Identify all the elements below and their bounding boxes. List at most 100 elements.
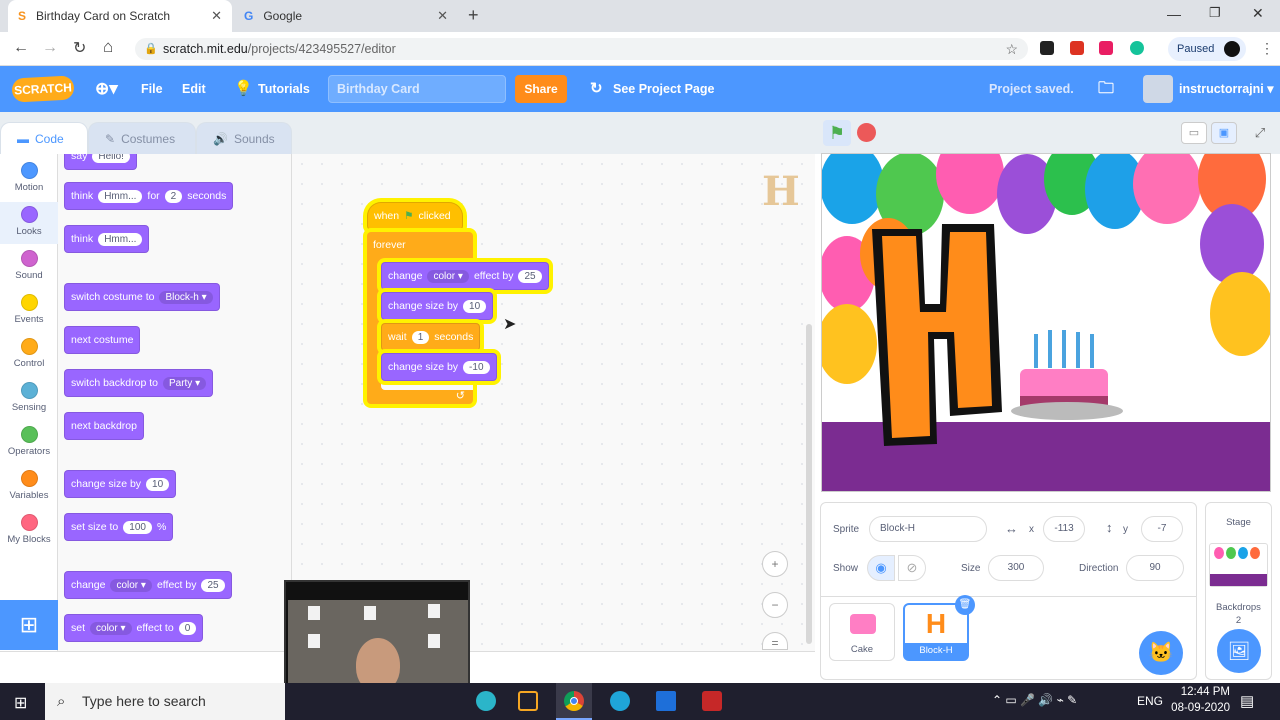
set-effect-block[interactable]: set color ▾ effect to 0	[64, 614, 204, 642]
tutorials-menu[interactable]: Tutorials	[258, 66, 310, 112]
project-title-input[interactable]: Birthday Card	[328, 75, 506, 103]
block-input[interactable]: 2	[164, 189, 183, 203]
taskbar-app-icon[interactable]	[656, 691, 676, 711]
script-change-size-block[interactable]: change size by -10	[381, 353, 497, 381]
language-globe-icon[interactable]: ⊕▾	[95, 66, 118, 112]
change-size-block[interactable]: change size by 10	[64, 470, 177, 498]
extension-icon[interactable]	[1040, 41, 1054, 55]
taskbar-chrome-icon[interactable]	[556, 683, 592, 720]
sprite-thumb-block-h[interactable]: H Block-H 🗑	[903, 595, 975, 661]
workspace-scrollbar[interactable]	[806, 324, 812, 644]
close-tab-icon[interactable]: ✕	[437, 8, 448, 24]
reload-icon[interactable]: ↻	[73, 38, 86, 58]
sprite-thumb-cake[interactable]: Cake	[829, 603, 895, 661]
profile-button[interactable]: Paused	[1168, 37, 1246, 61]
block-input[interactable]: 10	[146, 477, 170, 491]
close-tab-icon[interactable]: ✕	[211, 8, 222, 24]
block-input[interactable]: 0	[178, 621, 197, 635]
add-extension-button[interactable]: ⊞	[0, 600, 58, 650]
block-input[interactable]: Hmm...	[98, 232, 143, 246]
stop-button[interactable]	[857, 123, 876, 142]
block-input[interactable]: 25	[518, 269, 542, 283]
notification-icon[interactable]: ▤	[1240, 692, 1254, 710]
close-window-icon[interactable]: ✕	[1252, 5, 1264, 22]
new-tab-icon[interactable]: +	[468, 5, 479, 26]
direction-input[interactable]: 90	[1126, 555, 1184, 581]
switch-backdrop-block[interactable]: switch backdrop to Party ▾	[64, 369, 214, 397]
costume-dropdown[interactable]: Block-h ▾	[159, 290, 213, 304]
grammarly-icon[interactable]	[1130, 41, 1144, 55]
sprite-name-input[interactable]: Block-H	[869, 516, 987, 542]
when-flag-clicked-block[interactable]: when ⚑ clicked	[367, 202, 463, 230]
forward-icon[interactable]: →	[42, 39, 58, 57]
file-menu[interactable]: File	[141, 66, 163, 112]
script-wait-block[interactable]: wait 1 seconds	[381, 323, 481, 351]
script-change-size-block[interactable]: change size by 10	[381, 292, 494, 320]
address-bar[interactable]: 🔒 scratch.mit.edu/projects/423495527/edi…	[135, 38, 1028, 60]
edit-menu[interactable]: Edit	[182, 66, 206, 112]
fullscreen-icon[interactable]: ⤢	[1247, 122, 1273, 144]
category-my-blocks[interactable]: My Blocks	[0, 510, 58, 552]
my-stuff-folder-icon[interactable]: 🗀	[1098, 66, 1114, 112]
script-stack[interactable]: when ⚑ clicked forever ↺ change color ▾ effe…	[367, 188, 551, 406]
next-backdrop-block[interactable]: next backdrop	[64, 412, 144, 440]
switch-costume-block[interactable]: switch costume to Block-h ▾	[64, 283, 220, 311]
block-input[interactable]: -10	[463, 360, 490, 374]
effect-dropdown[interactable]: color ▾	[110, 578, 152, 592]
code-workspace[interactable]: when ⚑ clicked forever ↺ change color ▾ effe…	[292, 154, 815, 651]
block-input[interactable]: 100	[123, 520, 152, 534]
size-input[interactable]: 300	[988, 555, 1044, 581]
block-input[interactable]: 1	[411, 330, 430, 344]
category-sound[interactable]: Sound	[0, 246, 58, 288]
language-indicator[interactable]: ENG	[1137, 694, 1163, 708]
stage-selector-panel[interactable]: Stage Backdrops 2 🖼	[1205, 502, 1272, 680]
taskbar-recorder-icon[interactable]	[702, 691, 722, 711]
clock-time[interactable]: 12:44 PM	[1170, 686, 1230, 698]
y-input[interactable]: -7	[1141, 516, 1183, 542]
show-hidden-eye-icon[interactable]: ⊘	[898, 555, 926, 581]
small-stage-icon[interactable]: ▭	[1181, 122, 1207, 144]
extension-icon[interactable]	[1070, 41, 1084, 55]
effect-dropdown[interactable]: color ▾	[90, 621, 132, 635]
category-events[interactable]: Events	[0, 290, 58, 332]
browser-menu-icon[interactable]: ⋮	[1260, 40, 1274, 57]
large-stage-icon[interactable]: ▣	[1211, 122, 1237, 144]
choose-backdrop-icon[interactable]: 🖼	[1217, 629, 1261, 673]
tab-code[interactable]: ▬ Code	[0, 122, 88, 154]
zoom-reset-icon[interactable]: =	[762, 632, 788, 650]
backdrop-dropdown[interactable]: Party ▾	[162, 376, 207, 390]
category-variables[interactable]: Variables	[0, 466, 58, 508]
home-icon[interactable]: ⌂	[103, 37, 113, 57]
block-input[interactable]: Hmm...	[98, 189, 143, 203]
tray-icons[interactable]: ⌃ ▭ 🎤 🔊 ⌁ ✎	[992, 693, 1077, 707]
script-change-effect-block[interactable]: change color ▾ effect by 25	[381, 262, 549, 290]
green-flag-button[interactable]: ⚑	[823, 120, 851, 146]
block-input[interactable]: 25	[201, 578, 225, 592]
back-icon[interactable]: ←	[13, 39, 29, 57]
windows-start-icon[interactable]: ⊞	[14, 693, 27, 713]
category-looks[interactable]: Looks	[0, 202, 58, 244]
block-input[interactable]: 10	[463, 299, 487, 313]
say-block[interactable]: say Hello!	[64, 154, 137, 170]
x-input[interactable]: -113	[1043, 516, 1085, 542]
block-input[interactable]: Hello!	[92, 154, 130, 163]
think-block[interactable]: think Hmm...	[64, 225, 150, 253]
category-operators[interactable]: Operators	[0, 422, 58, 464]
think-for-block[interactable]: think Hmm... for 2 seconds	[64, 182, 234, 210]
taskbar-app-icon[interactable]	[476, 691, 496, 711]
user-avatar[interactable]	[1143, 75, 1173, 103]
scratch-logo[interactable]: SCRATCH	[11, 75, 75, 103]
bookmark-star-icon[interactable]: ☆	[1005, 38, 1018, 60]
zoom-out-icon[interactable]: −	[762, 592, 788, 618]
category-motion[interactable]: Motion	[0, 158, 58, 200]
taskbar-app-icon[interactable]	[518, 691, 538, 711]
see-project-page-button[interactable]: See Project Page	[613, 66, 714, 112]
category-sensing[interactable]: Sensing	[0, 378, 58, 420]
set-size-block[interactable]: set size to 100%	[64, 513, 174, 541]
stage-canvas[interactable]	[821, 153, 1271, 492]
tab-costumes[interactable]: ✎ Costumes	[88, 122, 196, 154]
account-menu[interactable]: instructorrajni ▾	[1179, 66, 1274, 112]
next-costume-block[interactable]: next costume	[64, 326, 141, 354]
share-button[interactable]: Share	[515, 75, 567, 103]
taskbar-edge-icon[interactable]	[610, 691, 630, 711]
